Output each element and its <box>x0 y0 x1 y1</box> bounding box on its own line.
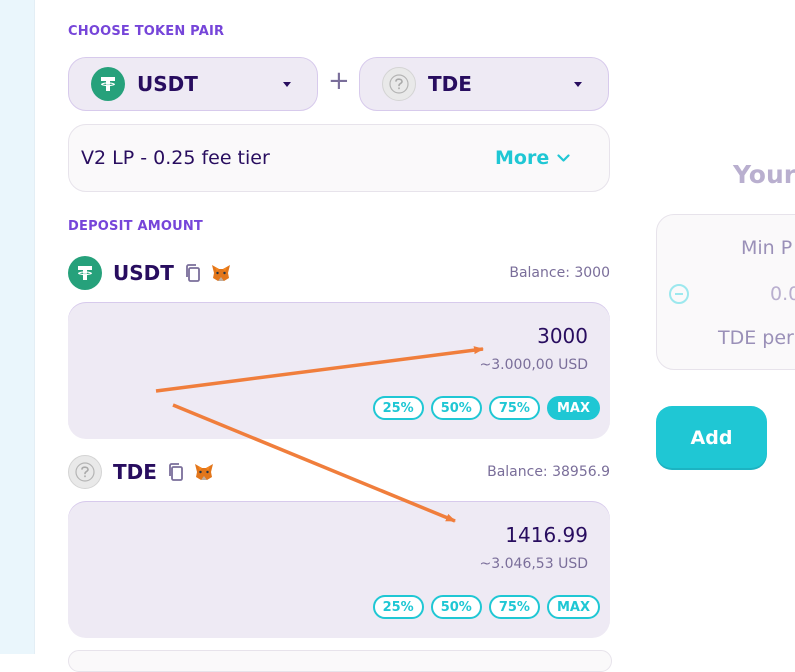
token-b-balance: Balance: 38956.9 <box>487 464 610 480</box>
left-sidebar-strip <box>0 0 35 654</box>
percent-25-button[interactable]: 25% <box>372 396 424 420</box>
copy-icon[interactable] <box>167 462 185 482</box>
tether-icon <box>91 67 125 101</box>
more-button[interactable]: More <box>495 147 570 169</box>
more-label: More <box>495 147 550 169</box>
token-a-amount-value[interactable]: 3000 <box>537 324 588 348</box>
min-price-card: Min P 0.0 TDE per <box>656 214 795 370</box>
token-a-select[interactable]: USDT <box>68 57 318 111</box>
percent-75-button[interactable]: 75% <box>488 595 540 619</box>
token-a-percent-buttons: 25% 50% 75% MAX <box>372 396 600 420</box>
token-b-percent-buttons: 25% 50% 75% MAX <box>372 595 600 619</box>
token-b-amount-value[interactable]: 1416.99 <box>505 523 588 547</box>
percent-50-button[interactable]: 50% <box>430 595 482 619</box>
percent-75-button[interactable]: 75% <box>488 396 540 420</box>
deposit-token-a-row: USDT Balance: 3000 <box>68 256 610 290</box>
copy-icon[interactable] <box>184 263 202 283</box>
deposit-token-a-symbol: USDT <box>113 261 174 285</box>
choose-token-pair-label: CHOOSE TOKEN PAIR <box>68 24 225 39</box>
token-a-amount-input[interactable]: 3000 ~3.000,00 USD 25% 50% 75% MAX <box>68 302 610 439</box>
token-b-amount-input[interactable]: 1416.99 ~3.046,53 USD 25% 50% 75% MAX <box>68 501 610 638</box>
deposit-token-b-row: TDE Balance: 38956.9 <box>68 455 610 489</box>
max-button[interactable]: MAX <box>546 396 600 420</box>
metamask-fox-icon[interactable] <box>210 263 232 283</box>
deposit-amount-label: DEPOSIT AMOUNT <box>68 219 203 234</box>
pair-plus-separator: + <box>328 66 350 96</box>
chevron-down-icon <box>574 82 582 87</box>
token-b-select[interactable]: TDE <box>359 57 609 111</box>
next-section-card <box>68 650 612 672</box>
percent-50-button[interactable]: 50% <box>430 396 482 420</box>
min-price-label: Min P <box>741 237 793 259</box>
fee-tier-text: V2 LP - 0.25 fee tier <box>81 147 270 169</box>
price-unit-label: TDE per <box>718 327 794 349</box>
tde-token-icon <box>68 455 102 489</box>
tether-icon <box>68 256 102 290</box>
max-button[interactable]: MAX <box>546 595 600 619</box>
token-b-symbol: TDE <box>428 72 472 96</box>
deposit-token-b-symbol: TDE <box>113 460 157 484</box>
metamask-fox-icon[interactable] <box>193 462 215 482</box>
min-price-value[interactable]: 0.0 <box>770 283 795 305</box>
tde-token-icon <box>382 67 416 101</box>
token-b-usd-value: ~3.046,53 USD <box>479 556 588 572</box>
fee-tier-box: V2 LP - 0.25 fee tier More <box>68 124 610 192</box>
token-a-balance: Balance: 3000 <box>509 265 610 281</box>
token-a-symbol: USDT <box>137 72 198 96</box>
token-a-usd-value: ~3.000,00 USD <box>479 357 588 373</box>
right-panel-heading: Your <box>733 160 795 189</box>
chevron-down-icon <box>557 153 570 162</box>
decrease-price-button[interactable] <box>669 284 689 304</box>
percent-25-button[interactable]: 25% <box>372 595 424 619</box>
chevron-down-icon <box>283 82 291 87</box>
add-button[interactable]: Add <box>656 406 767 470</box>
